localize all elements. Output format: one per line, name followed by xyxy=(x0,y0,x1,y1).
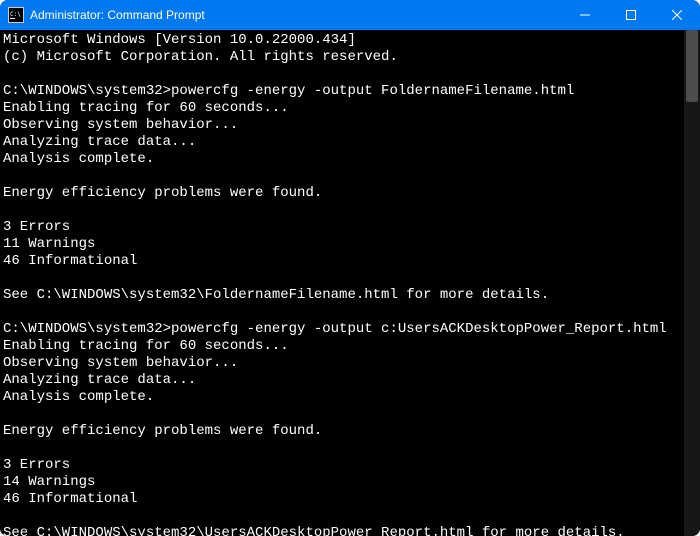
terminal-output[interactable]: Microsoft Windows [Version 10.0.22000.43… xyxy=(0,30,684,536)
command-prompt-window: C:\ Administrator: Command Prompt Micros… xyxy=(0,0,700,536)
terminal-line: Analysis complete. xyxy=(3,389,681,406)
terminal-area: Microsoft Windows [Version 10.0.22000.43… xyxy=(0,30,700,536)
cmd-icon: C:\ xyxy=(8,7,24,23)
terminal-line: 3 Errors xyxy=(3,219,681,236)
terminal-line: Enabling tracing for 60 seconds... xyxy=(3,338,681,355)
terminal-line: Analyzing trace data... xyxy=(3,134,681,151)
scrollbar-thumb[interactable] xyxy=(686,30,698,102)
terminal-line: 14 Warnings xyxy=(3,474,681,491)
terminal-line: Energy efficiency problems were found. xyxy=(3,423,681,440)
terminal-line: Microsoft Windows [Version 10.0.22000.43… xyxy=(3,32,681,49)
terminal-line: 46 Informational xyxy=(3,491,681,508)
terminal-line xyxy=(3,202,681,219)
terminal-line xyxy=(3,270,681,287)
terminal-line: Enabling tracing for 60 seconds... xyxy=(3,100,681,117)
terminal-line: Analyzing trace data... xyxy=(3,372,681,389)
maximize-button[interactable] xyxy=(608,0,654,30)
terminal-line: 11 Warnings xyxy=(3,236,681,253)
terminal-line: Observing system behavior... xyxy=(3,355,681,372)
terminal-line xyxy=(3,406,681,423)
terminal-line xyxy=(3,168,681,185)
terminal-line: (c) Microsoft Corporation. All rights re… xyxy=(3,49,681,66)
close-button[interactable] xyxy=(654,0,700,30)
terminal-line xyxy=(3,304,681,321)
terminal-line: Energy efficiency problems were found. xyxy=(3,185,681,202)
terminal-line: 46 Informational xyxy=(3,253,681,270)
window-controls xyxy=(562,0,700,30)
terminal-line xyxy=(3,508,681,525)
window-title: Administrator: Command Prompt xyxy=(30,8,562,22)
terminal-line: See C:\WINDOWS\system32\UsersACKDesktopP… xyxy=(3,525,681,536)
scrollbar[interactable] xyxy=(684,30,700,536)
svg-text:C:\: C:\ xyxy=(10,11,21,18)
terminal-line: Observing system behavior... xyxy=(3,117,681,134)
titlebar[interactable]: C:\ Administrator: Command Prompt xyxy=(0,0,700,30)
terminal-line: See C:\WINDOWS\system32\FoldernameFilena… xyxy=(3,287,681,304)
terminal-line: Analysis complete. xyxy=(3,151,681,168)
minimize-button[interactable] xyxy=(562,0,608,30)
terminal-line xyxy=(3,66,681,83)
terminal-line: C:\WINDOWS\system32>powercfg -energy -ou… xyxy=(3,321,681,338)
terminal-line: 3 Errors xyxy=(3,457,681,474)
terminal-line: C:\WINDOWS\system32>powercfg -energy -ou… xyxy=(3,83,681,100)
terminal-line xyxy=(3,440,681,457)
